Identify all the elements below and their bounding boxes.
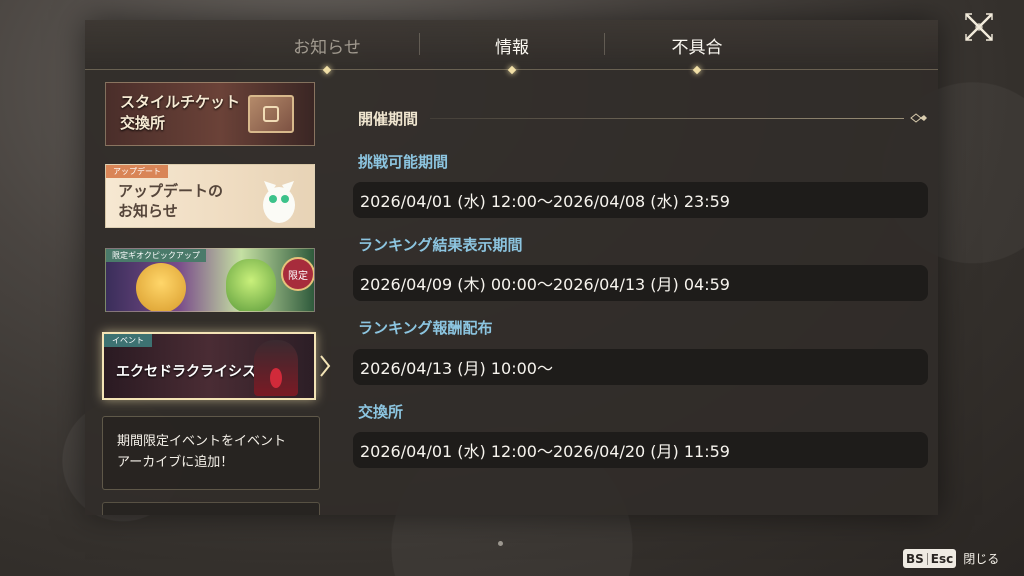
field-value: 2026/04/09 (木) 00:00〜2026/04/13 (月) 04:5… [360,275,730,294]
character-image [226,259,276,311]
banner-limited-pickup[interactable]: 限定ギオクピックアップ 限定 [105,248,315,312]
tab-label: お知らせ [293,37,361,58]
field-value-challenge-period: 2026/04/01 (水) 12:00〜2026/04/08 (水) 23:5… [353,182,928,218]
news-item[interactable] [102,502,320,515]
field-value: 2026/04/01 (水) 12:00〜2026/04/20 (月) 11:5… [360,442,730,461]
tab-label: 不具合 [671,37,723,58]
section-title: 開催期間 [358,109,419,128]
banner-title: エクセドラクライシス [116,364,256,380]
tab-label: 情報 [495,37,529,58]
close-label: 閉じる [963,552,1000,566]
banner-tag: イベント [104,334,152,347]
banner-update-notice[interactable]: アップデート アップデートの お知らせ [105,164,315,228]
tab-marker [692,65,702,75]
keycap-bs-esc: BS Esc [903,549,957,568]
field-value: 2026/04/13 (月) 10:00〜 [360,359,553,378]
close-button[interactable] [962,10,996,44]
tab-info[interactable]: 情報 [427,20,597,75]
chevron-right-icon [320,355,331,377]
event-figure-image [254,340,298,396]
field-value: 2026/04/01 (水) 12:00〜2026/04/08 (水) 23:5… [360,192,730,211]
tab-marker [507,65,517,75]
field-value-ranking-rewards: 2026/04/13 (月) 10:00〜 [353,349,928,385]
banner-title: スタイルチケット 交換所 [120,93,241,132]
field-label-ranking-rewards: ランキング報酬配布 [358,319,493,337]
field-value-ranking-results: 2026/04/09 (木) 00:00〜2026/04/13 (月) 04:5… [353,265,928,301]
close-x-icon [965,13,993,41]
mascot-icon [263,181,295,223]
tab-marker [322,65,332,75]
character-image [136,263,186,311]
tab-bar: お知らせ 情報 不具合 [85,20,938,75]
close-hint[interactable]: BS Esc 閉じる [903,549,999,568]
banner-title: アップデートの お知らせ [118,182,224,220]
tab-notices[interactable]: お知らせ [242,20,412,75]
notice-panel: お知らせ 情報 不具合 スタイルチケット 交換所 アップデート アップデートの … [85,20,938,515]
tab-divider [419,33,420,55]
keycap-label: Esc [930,551,954,566]
tab-divider [604,33,605,55]
keycap-label: BS [906,551,924,566]
field-label-challenge-period: 挑戦可能期間 [358,153,449,171]
ticket-icon [248,95,294,133]
ornament-icon [910,113,927,123]
banner-style-ticket-exchange[interactable]: スタイルチケット 交換所 [105,82,315,146]
news-item[interactable]: 期間限定イベントをイベント アーカイブに追加！ [102,416,320,490]
divider [430,117,904,119]
banner-tag: アップデート [106,165,168,178]
field-label-exchange: 交換所 [358,403,404,421]
section-header: 開催期間 [358,108,928,128]
field-value-exchange: 2026/04/01 (水) 12:00〜2026/04/20 (月) 11:5… [353,432,928,468]
page-indicator-dot [498,541,503,546]
news-item-text: 期間限定イベントをイベント アーカイブに追加！ [117,434,287,470]
tab-bugs[interactable]: 不具合 [612,20,782,75]
field-label-ranking-results: ランキング結果表示期間 [358,236,523,254]
limited-badge: 限定 [281,257,314,291]
banner-tag: 限定ギオクピックアップ [106,249,206,262]
banner-event-exedra-crisis[interactable]: イベント エクセドラクライシス [102,332,316,400]
